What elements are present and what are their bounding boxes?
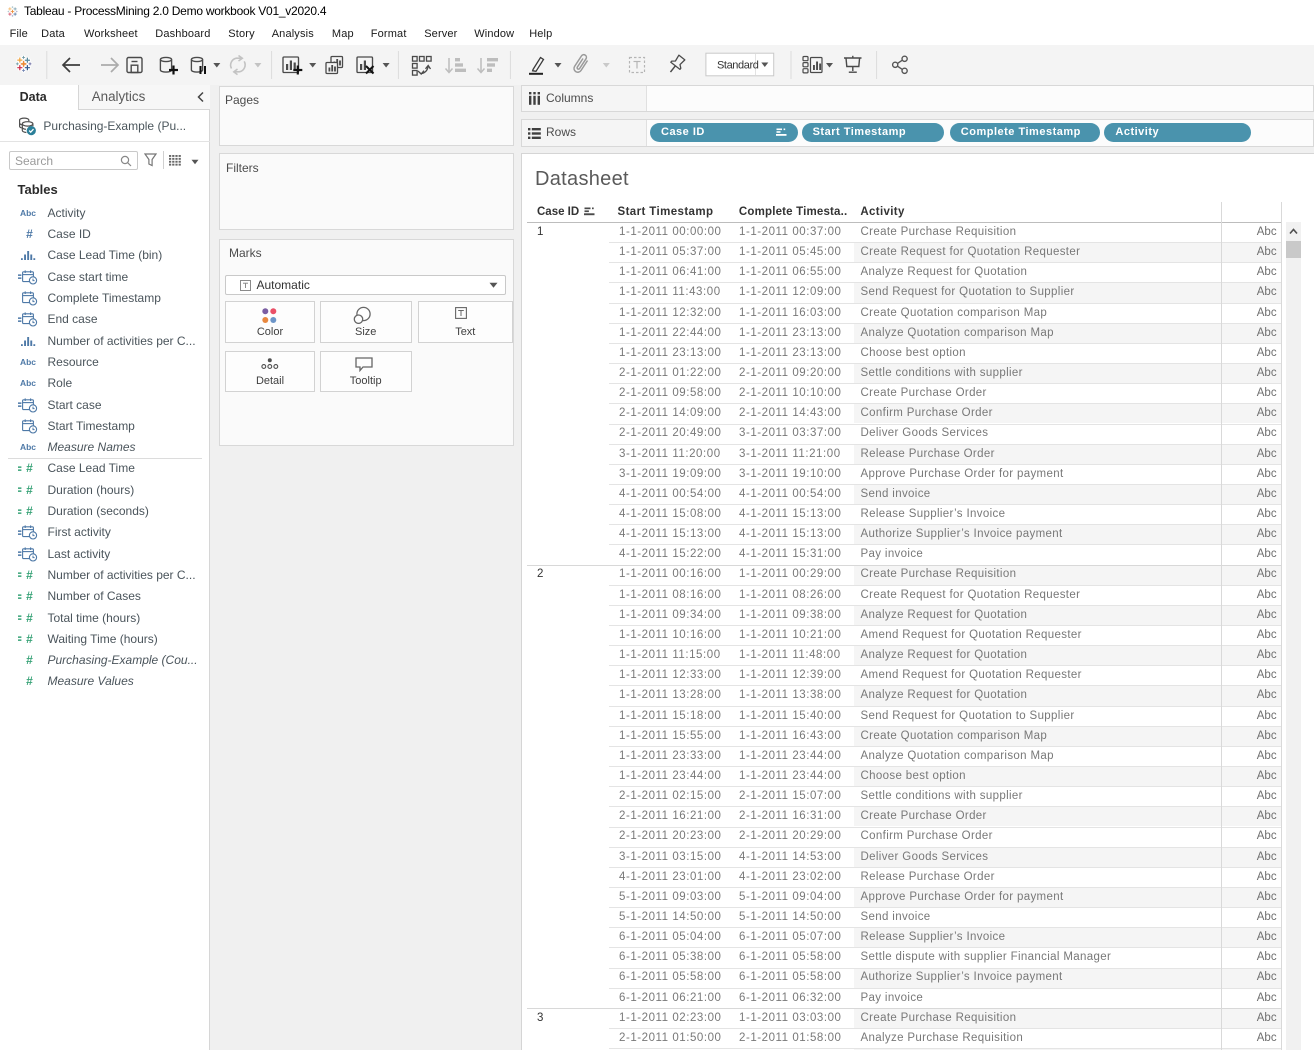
svg-text:Standard: Standard xyxy=(717,60,759,72)
